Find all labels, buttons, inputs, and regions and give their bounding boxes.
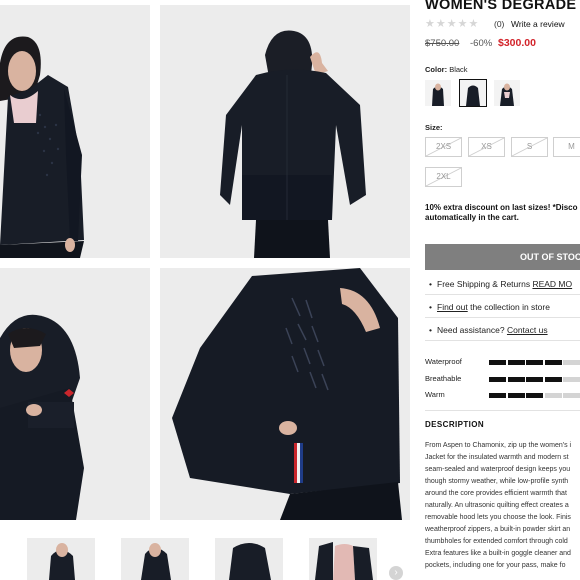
write-review-link[interactable]: Write a review	[511, 19, 565, 29]
size-option-label: 2XS	[435, 142, 452, 151]
sale-price: $300.00	[498, 37, 536, 49]
feature-label: Warm	[425, 390, 445, 399]
description-heading: DESCRIPTION	[425, 420, 485, 429]
size-option-m[interactable]: M	[553, 137, 580, 157]
extra-discount-notice: 10% extra discount on last sizes! *Disco…	[425, 203, 578, 222]
feature-meter	[489, 377, 580, 382]
product-photo-back[interactable]	[160, 5, 410, 258]
size-option-2xs[interactable]: 2XS	[425, 137, 462, 157]
color-swatch-2-selected[interactable]	[459, 79, 487, 107]
model-side-image	[0, 268, 150, 520]
divider	[425, 340, 580, 341]
description-line: Extra features like a built-in goggle cl…	[425, 550, 571, 557]
feature-meter	[489, 393, 580, 398]
feature-label: Waterproof	[425, 357, 462, 366]
model-front-image	[0, 5, 150, 258]
description-line: removable hood lets you choose the look.…	[425, 514, 571, 521]
meter-segment	[563, 377, 580, 382]
divider	[425, 294, 580, 295]
product-photo-detail[interactable]	[160, 268, 410, 520]
read-more-link[interactable]: READ MO	[532, 279, 572, 289]
thumbnail-4[interactable]	[309, 538, 377, 580]
product-photo-front[interactable]	[0, 5, 150, 258]
meter-segment	[544, 377, 562, 382]
assistance-info: • Need assistance? Contact us	[429, 325, 548, 335]
description-line: thumbholes for extended comfort through …	[425, 538, 568, 545]
meter-segment	[563, 393, 580, 398]
thumbnail-3[interactable]	[215, 538, 283, 580]
size-option-label: XS	[481, 142, 492, 151]
meter-segment	[563, 360, 580, 365]
description-line: around the core provides efficient warmt…	[425, 490, 567, 497]
meter-segment	[526, 360, 543, 365]
feature-meter	[489, 360, 580, 365]
size-option-label: M	[568, 142, 575, 151]
discount-percent: -60%	[470, 38, 493, 49]
thumbnail-image	[309, 538, 377, 580]
meter-segment	[489, 393, 506, 398]
meter-segment	[526, 393, 543, 398]
description-line: though stormy weather, while low-profile…	[425, 478, 569, 485]
thumbnail-image	[121, 538, 189, 580]
description-line: pockets, including one for your pass, ma…	[425, 562, 566, 569]
contact-us-link[interactable]: Contact us	[507, 325, 548, 335]
size-option-2xl[interactable]: 2XL	[425, 167, 462, 187]
color-label: Color: Black	[425, 65, 468, 74]
product-title: WOMEN'S DEGRADE S	[425, 0, 580, 13]
product-photo-side[interactable]	[0, 268, 150, 520]
size-option-s[interactable]: S	[511, 137, 548, 157]
color-value: Black	[449, 65, 468, 74]
meter-segment	[544, 393, 562, 398]
meter-segment	[507, 393, 525, 398]
meter-segment	[489, 360, 506, 365]
original-price: $750.00	[425, 38, 460, 49]
model-detail-image	[160, 268, 410, 520]
size-option-label: 2XL	[436, 172, 451, 181]
store-info: • Find out the collection in store	[429, 302, 550, 312]
size-option-label: S	[526, 142, 533, 151]
color-swatch-1[interactable]	[425, 80, 451, 106]
description-line: naturally. An ultrasonic quilting effect…	[425, 502, 569, 509]
description-line: From Aspen to Chamonix, zip up the women…	[425, 442, 572, 449]
description-line: seam-sealed and waterproof design keeps …	[425, 466, 571, 473]
color-swatch-3[interactable]	[494, 80, 520, 106]
thumbnail-1[interactable]	[27, 538, 95, 580]
description-line: Jacket for the insulated warmth and mode…	[425, 454, 569, 461]
meter-segment	[489, 377, 506, 382]
meter-segment	[526, 377, 543, 382]
description-line: weatherproof zippers, a built-in powder …	[425, 526, 571, 533]
find-out-link[interactable]: Find out	[437, 302, 468, 312]
model-back-image	[160, 5, 410, 258]
size-label: Size:	[425, 123, 443, 132]
gallery-next-arrow-icon[interactable]: ›	[389, 566, 403, 580]
meter-segment	[507, 360, 525, 365]
shipping-info: • Free Shipping & Returns READ MO	[429, 279, 573, 289]
meter-segment	[544, 360, 562, 365]
review-count: (0)	[494, 19, 505, 29]
feature-label: Breathable	[425, 374, 462, 383]
size-option-xs[interactable]: XS	[468, 137, 505, 157]
meter-segment	[507, 377, 525, 382]
thumbnail-2[interactable]	[121, 538, 189, 580]
out-of-stock-button[interactable]: OUT OF STOC	[425, 244, 580, 270]
divider	[425, 410, 580, 411]
thumbnail-image	[215, 538, 283, 580]
divider	[425, 317, 580, 318]
rating-stars-icon[interactable]: ★★★★★	[425, 17, 479, 30]
thumbnail-image	[27, 538, 95, 580]
